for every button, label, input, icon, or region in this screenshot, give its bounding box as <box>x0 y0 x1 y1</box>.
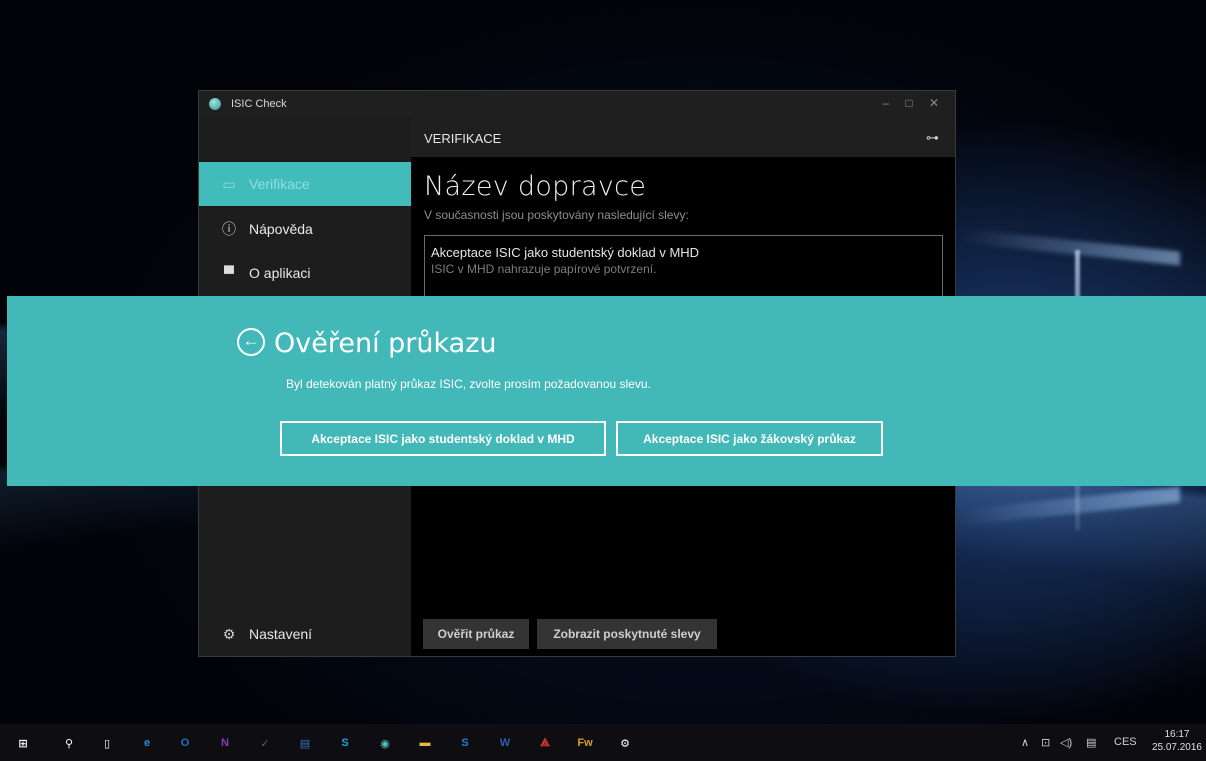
discount-description: ISIC v MHD nahrazuje papírové potvrzení. <box>431 262 657 276</box>
sidebar-item-verifikace[interactable]: ▭ Verifikace <box>199 162 411 206</box>
file-explorer-icon[interactable]: ▬ <box>416 734 434 752</box>
option-student-mhd-button[interactable]: Akceptace ISIC jako studentský doklad v … <box>280 421 606 456</box>
clock-date: 25.07.2016 <box>1151 742 1202 753</box>
monitor-icon: ▀ <box>224 265 234 281</box>
save-icon[interactable]: ▤ <box>296 734 314 752</box>
outlook-icon[interactable]: O <box>176 734 194 752</box>
tray-chevron-icon[interactable]: ∧ <box>1021 736 1029 749</box>
verify-card-button[interactable]: Ověřit průkaz <box>423 619 529 649</box>
sidebar-item-o-aplikaci[interactable]: ▀ O aplikaci <box>199 251 411 295</box>
dialog-message: Byl detekován platný průkaz ISIC, zvolte… <box>286 377 651 391</box>
skype-business-icon[interactable]: S <box>456 734 474 752</box>
acrobat-icon[interactable]: ⟁ <box>536 734 554 752</box>
page-header: VERIFIKACE ⊶ <box>411 117 955 157</box>
isic-app-icon <box>209 98 221 110</box>
clock-time: 16:17 <box>1164 729 1190 740</box>
start-icon[interactable]: ⊞ <box>14 734 32 752</box>
show-discounts-button[interactable]: Zobrazit poskytnuté slevy <box>537 619 717 649</box>
card-icon: ▭ <box>222 175 236 192</box>
carrier-name: Název dopravce <box>424 171 647 202</box>
language-indicator[interactable]: CES <box>1114 736 1137 748</box>
option-pupil-card-button[interactable]: Akceptace ISIC jako žákovský průkaz <box>616 421 883 456</box>
task-view-icon[interactable]: ▯ <box>98 734 116 752</box>
sidebar-item-label: Nastavení <box>249 626 313 642</box>
minimize-button[interactable]: – <box>878 96 894 110</box>
network-icon[interactable]: ⊡ <box>1041 736 1050 749</box>
sidebar-item-nastaveni[interactable]: ⚙ Nastavení <box>199 619 312 649</box>
sidebar-item-napoveda[interactable]: ⓘ Nápověda <box>199 207 411 251</box>
discounts-subtitle: V současnosti jsou poskytovány nasledují… <box>424 208 689 222</box>
link-icon[interactable]: ⊶ <box>926 130 939 146</box>
window-title: ISIC Check <box>231 98 287 110</box>
volume-icon[interactable]: ◁) <box>1060 736 1072 749</box>
back-arrow-icon[interactable]: ← <box>237 328 265 356</box>
sidebar-item-label: Nápověda <box>249 221 313 237</box>
close-button[interactable]: ✕ <box>926 96 942 110</box>
sidebar-item-label: Verifikace <box>249 176 310 192</box>
title-bar[interactable]: ISIC Check – □ ✕ <box>199 91 955 117</box>
maximize-button[interactable]: □ <box>901 96 917 110</box>
info-icon: ⓘ <box>222 221 236 237</box>
wallpaper-light-beam <box>960 228 1180 266</box>
fireworks-icon[interactable]: Fw <box>576 734 594 752</box>
discount-title: Akceptace ISIC jako studentský doklad v … <box>431 245 700 260</box>
project-icon[interactable]: ✓ <box>256 734 274 752</box>
isic-icon[interactable]: ◉ <box>376 734 394 752</box>
onenote-icon[interactable]: N <box>216 734 234 752</box>
settings-icon[interactable]: ⚙ <box>616 734 634 752</box>
sidebar-item-label: O aplikaci <box>249 265 311 281</box>
edge-icon[interactable]: e <box>138 734 156 752</box>
dialog-title: Ověření průkazu <box>274 328 497 359</box>
skype-icon[interactable]: S <box>336 734 354 752</box>
page-title: VERIFIKACE <box>424 131 502 146</box>
wallpaper-light-beam <box>960 486 1180 526</box>
verification-dialog: ← Ověření průkazu Byl detekován platný p… <box>7 296 1206 486</box>
clock[interactable]: 16:17 25.07.2016 <box>1152 728 1202 754</box>
notification-icon[interactable]: ▤ <box>1086 736 1096 749</box>
search-icon[interactable]: ⚲ <box>60 734 78 752</box>
gear-icon: ⚙ <box>222 625 236 642</box>
word-icon[interactable]: W <box>496 734 514 752</box>
taskbar: ⊞ ⚲ ▯ e O N ✓ ▤ S ◉ ▬ S W ⟁ Fw ⚙ ∧ ⊡ ◁) ▤ CES 16:17 25.… <box>0 724 1206 761</box>
